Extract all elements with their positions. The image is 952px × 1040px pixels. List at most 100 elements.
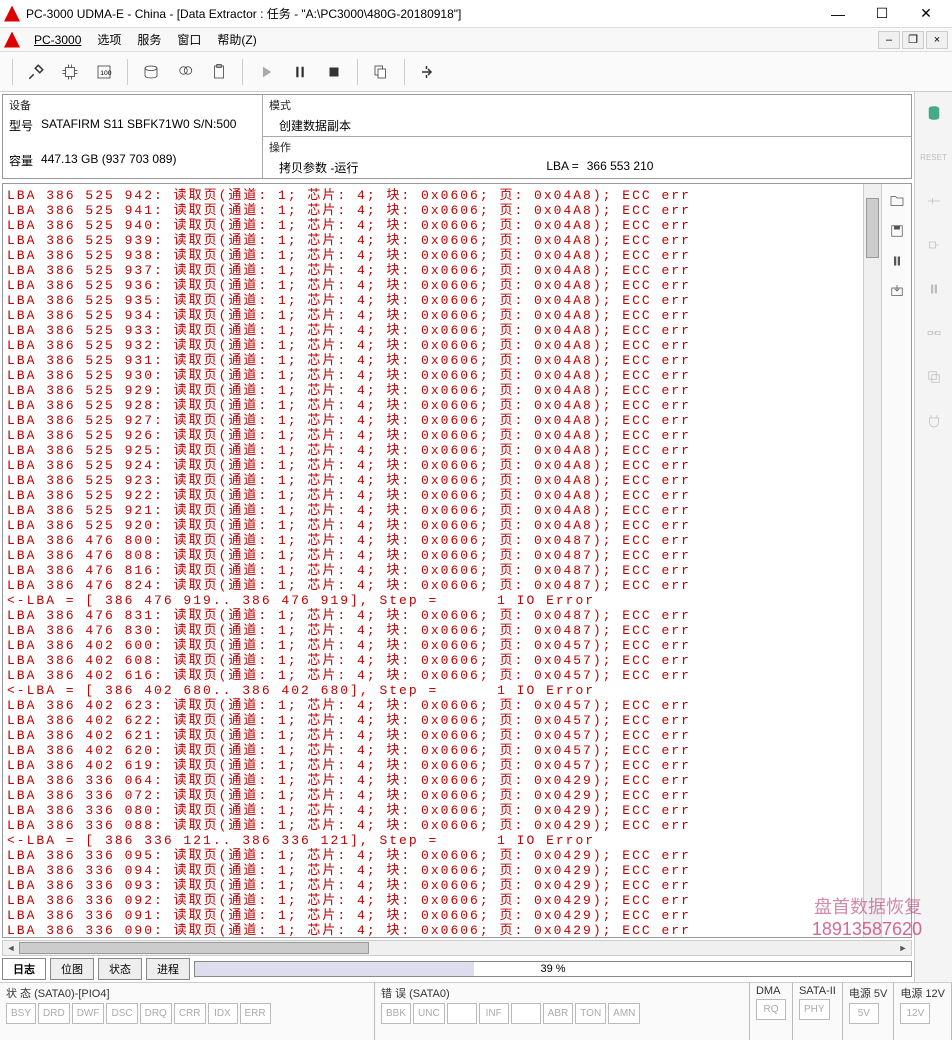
log-tool-open-icon[interactable] bbox=[886, 190, 908, 212]
menu-help[interactable]: 帮助(Z) bbox=[209, 31, 264, 48]
log-line: LBA 386 402 623: 读取页(通道: 1; 芯片: 4; 块: 0x… bbox=[7, 698, 859, 713]
log-line: LBA 386 402 621: 读取页(通道: 1; 芯片: 4; 块: 0x… bbox=[7, 728, 859, 743]
status-indicator: BSY bbox=[6, 1003, 36, 1024]
status-dma-header: DMA bbox=[756, 985, 786, 997]
plug-icon[interactable] bbox=[921, 408, 947, 434]
status-state-header: 状 态 (SATA0)-[PIO4] bbox=[6, 985, 368, 1001]
db-icon[interactable] bbox=[921, 100, 947, 126]
tab-log[interactable]: 日志 bbox=[2, 958, 46, 980]
pause-button[interactable] bbox=[285, 57, 315, 87]
log-line: LBA 386 525 938: 读取页(通道: 1; 芯片: 4; 块: 0x… bbox=[7, 248, 859, 263]
log-line: LBA 386 525 936: 读取页(通道: 1; 芯片: 4; 块: 0x… bbox=[7, 278, 859, 293]
log-line: LBA 386 336 094: 读取页(通道: 1; 芯片: 4; 块: 0x… bbox=[7, 863, 859, 878]
menu-service[interactable]: 服务 bbox=[129, 31, 169, 48]
log-tool-pause-icon[interactable] bbox=[886, 250, 908, 272]
log-line: LBA 386 476 831: 读取页(通道: 1; 芯片: 4; 块: 0x… bbox=[7, 608, 859, 623]
log-line: LBA 386 336 080: 读取页(通道: 1; 芯片: 4; 块: 0x… bbox=[7, 803, 859, 818]
log-line: LBA 386 525 928: 读取页(通道: 1; 芯片: 4; 块: 0x… bbox=[7, 398, 859, 413]
status-indicator: RQ bbox=[756, 999, 786, 1020]
status-sata-header: SATA-II bbox=[799, 985, 836, 997]
log-line: <-LBA = [ 386 336 121.. 386 336 121], St… bbox=[7, 833, 859, 848]
status-indicator: TON bbox=[575, 1003, 606, 1024]
clipboard-icon[interactable] bbox=[204, 57, 234, 87]
log-line: LBA 386 476 824: 读取页(通道: 1; 芯片: 4; 块: 0x… bbox=[7, 578, 859, 593]
log-line: LBA 386 525 941: 读取页(通道: 1; 芯片: 4; 块: 0x… bbox=[7, 203, 859, 218]
lba-value: 366 553 210 bbox=[587, 159, 654, 176]
menu-pc3000[interactable]: PC-3000 bbox=[26, 33, 89, 47]
status-indicator: DRQ bbox=[140, 1003, 172, 1024]
disk-icon[interactable] bbox=[136, 57, 166, 87]
log-line: LBA 386 525 922: 读取页(通道: 1; 芯片: 4; 块: 0x… bbox=[7, 488, 859, 503]
log-hscrollbar[interactable]: ◄► bbox=[2, 940, 912, 956]
pause-side-icon[interactable] bbox=[921, 276, 947, 302]
log-tool-save-icon[interactable] bbox=[886, 220, 908, 242]
log-line: LBA 386 402 620: 读取页(通道: 1; 芯片: 4; 块: 0x… bbox=[7, 743, 859, 758]
log-line: LBA 386 525 940: 读取页(通道: 1; 芯片: 4; 块: 0x… bbox=[7, 218, 859, 233]
link-icon[interactable] bbox=[921, 320, 947, 346]
search-icon[interactable] bbox=[170, 57, 200, 87]
model-value: SATAFIRM S11 SBFK71W0 S/N:500 bbox=[41, 117, 236, 134]
status-indicator: AMN bbox=[608, 1003, 640, 1024]
connector-icon[interactable] bbox=[921, 232, 947, 258]
status-indicator: 5V bbox=[849, 1003, 879, 1024]
status-indicator: INF bbox=[479, 1003, 509, 1024]
log-vscrollbar[interactable] bbox=[863, 184, 881, 937]
menu-window[interactable]: 窗口 bbox=[169, 31, 209, 48]
status-indicator: PHY bbox=[799, 999, 830, 1020]
log-line: LBA 386 525 930: 读取页(通道: 1; 芯片: 4; 块: 0x… bbox=[7, 368, 859, 383]
log-line: LBA 386 525 927: 读取页(通道: 1; 芯片: 4; 块: 0x… bbox=[7, 413, 859, 428]
log-line: LBA 386 525 942: 读取页(通道: 1; 芯片: 4; 块: 0x… bbox=[7, 188, 859, 203]
device-header: 设备 bbox=[9, 97, 256, 113]
stop-button[interactable] bbox=[319, 57, 349, 87]
log-line: LBA 386 525 932: 读取页(通道: 1; 芯片: 4; 块: 0x… bbox=[7, 338, 859, 353]
mdi-restore[interactable]: ❐ bbox=[902, 31, 924, 49]
copy-icon[interactable] bbox=[366, 57, 396, 87]
log-tool-export-icon[interactable] bbox=[886, 280, 908, 302]
tab-process[interactable]: 进程 bbox=[146, 958, 190, 980]
toolbar: 100 bbox=[0, 52, 952, 92]
operation-header: 操作 bbox=[269, 139, 905, 155]
log-line: LBA 386 525 925: 读取页(通道: 1; 芯片: 4; 块: 0x… bbox=[7, 443, 859, 458]
percent-icon[interactable]: 100 bbox=[89, 57, 119, 87]
reset-icon[interactable]: RESET bbox=[921, 144, 947, 170]
tab-bitmap[interactable]: 位图 bbox=[50, 958, 94, 980]
minimize-button[interactable]: — bbox=[816, 0, 860, 28]
progress-percent: 39 % bbox=[195, 962, 911, 976]
log-line: LBA 386 336 095: 读取页(通道: 1; 芯片: 4; 块: 0x… bbox=[7, 848, 859, 863]
status-indicator bbox=[511, 1003, 541, 1024]
close-button[interactable]: ✕ bbox=[904, 0, 948, 28]
tab-status[interactable]: 状态 bbox=[98, 958, 142, 980]
log-line: LBA 386 476 808: 读取页(通道: 1; 芯片: 4; 块: 0x… bbox=[7, 548, 859, 563]
log-line: LBA 386 336 072: 读取页(通道: 1; 芯片: 4; 块: 0x… bbox=[7, 788, 859, 803]
tools-icon[interactable] bbox=[21, 57, 51, 87]
window-title: PC-3000 UDMA-E - China - [Data Extractor… bbox=[26, 5, 816, 22]
mdi-close[interactable]: × bbox=[926, 31, 948, 49]
menu-options[interactable]: 选项 bbox=[89, 31, 129, 48]
mode-header: 模式 bbox=[269, 97, 905, 113]
window-titlebar: PC-3000 UDMA-E - China - [Data Extractor… bbox=[0, 0, 952, 28]
log-line: <-LBA = [ 386 402 680.. 386 402 680], St… bbox=[7, 683, 859, 698]
info-panel: 设备 型号 SATAFIRM S11 SBFK71W0 S/N:500 容量 4… bbox=[2, 94, 912, 179]
status-indicator bbox=[447, 1003, 477, 1024]
slider-icon[interactable] bbox=[921, 188, 947, 214]
log-line: LBA 386 525 931: 读取页(通道: 1; 芯片: 4; 块: 0x… bbox=[7, 353, 859, 368]
log-line: LBA 386 525 921: 读取页(通道: 1; 芯片: 4; 块: 0x… bbox=[7, 503, 859, 518]
exit-icon[interactable] bbox=[413, 57, 443, 87]
status-indicator: UNC bbox=[413, 1003, 445, 1024]
status-12v-header: 电源 12V bbox=[900, 985, 945, 1001]
layers-icon[interactable] bbox=[921, 364, 947, 390]
log-line: LBA 386 525 923: 读取页(通道: 1; 芯片: 4; 块: 0x… bbox=[7, 473, 859, 488]
log-line: LBA 386 476 800: 读取页(通道: 1; 芯片: 4; 块: 0x… bbox=[7, 533, 859, 548]
log-line: LBA 386 336 090: 读取页(通道: 1; 芯片: 4; 块: 0x… bbox=[7, 923, 859, 937]
operation-value: 拷贝参数 -运行 bbox=[279, 159, 358, 176]
svg-text:100: 100 bbox=[100, 70, 112, 77]
chip-icon[interactable] bbox=[55, 57, 85, 87]
status-indicator: CRR bbox=[174, 1003, 206, 1024]
log-line: LBA 386 525 937: 读取页(通道: 1; 芯片: 4; 块: 0x… bbox=[7, 263, 859, 278]
mdi-minimize[interactable]: – bbox=[878, 31, 900, 49]
status-bar: 状 态 (SATA0)-[PIO4] BSYDRDDWFDSCDRQCRRIDX… bbox=[0, 982, 952, 1040]
play-button[interactable] bbox=[251, 57, 281, 87]
log-line: LBA 386 525 935: 读取页(通道: 1; 芯片: 4; 块: 0x… bbox=[7, 293, 859, 308]
status-indicator: IDX bbox=[208, 1003, 238, 1024]
maximize-button[interactable]: ☐ bbox=[860, 0, 904, 28]
